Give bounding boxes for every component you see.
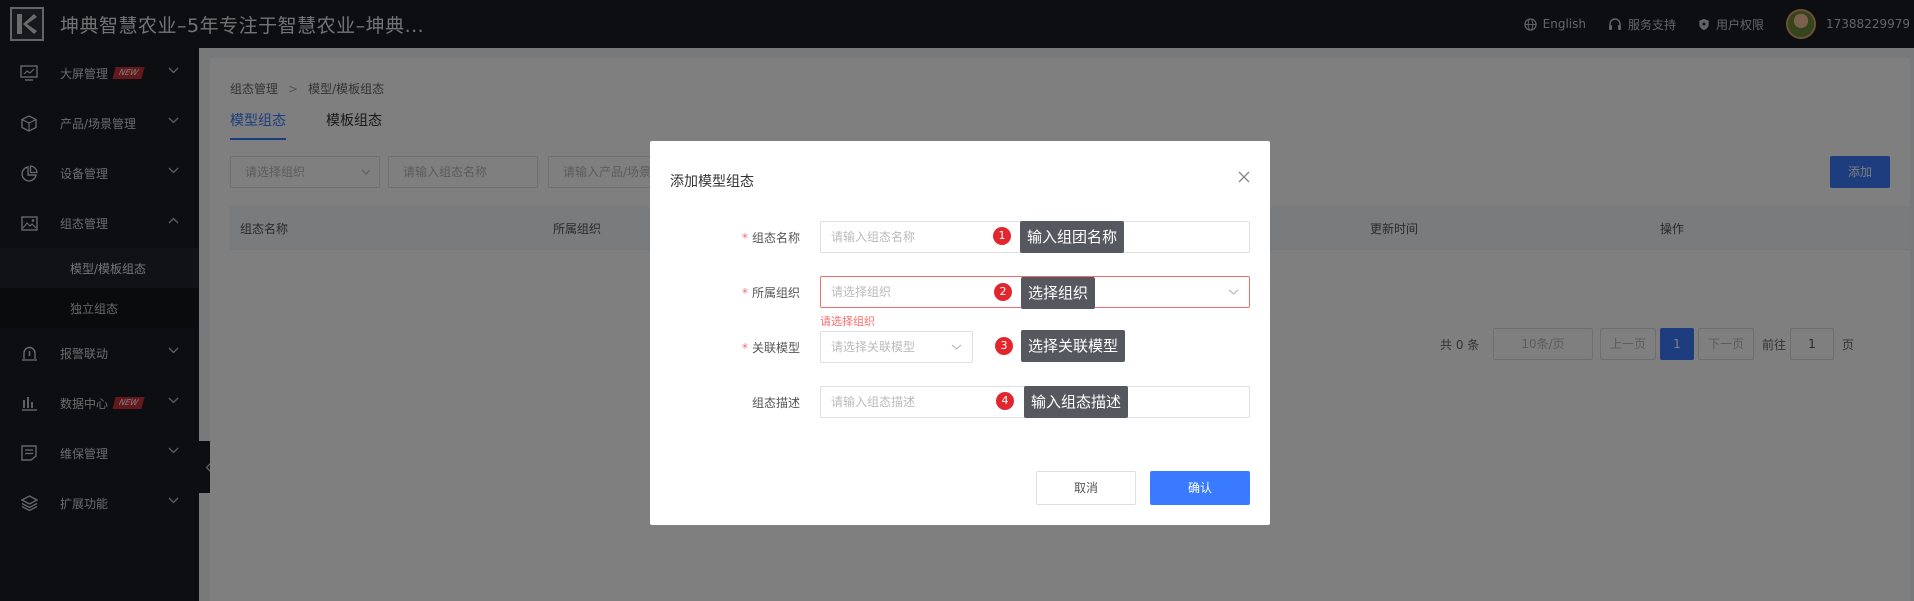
label-text: 关联模型	[751, 341, 800, 355]
linked-model-placeholder: 请选择关联模型	[831, 340, 916, 354]
dialog-title: 添加模型组态	[670, 174, 754, 190]
field-label-description: 组态描述	[650, 394, 800, 411]
field-label-linked-model: * 关联模型	[650, 339, 800, 356]
annotation-marker: 1	[993, 227, 1011, 245]
add-model-config-dialog: 添加模型组态 * 组态名称 请输入组态名称 * 所属组织 请选择组织 请选择组织 *…	[650, 141, 1270, 525]
organization-placeholder: 请选择组织	[831, 285, 892, 299]
annotation-callout: 选择关联模型	[1021, 330, 1126, 362]
annotation-marker: 3	[995, 337, 1013, 355]
chevron-down-icon	[1228, 289, 1239, 295]
label-text: 组态名称	[751, 231, 800, 245]
field-label-organization: * 所属组织	[650, 284, 800, 301]
annotation-callout: 选择组织	[1021, 277, 1096, 309]
organization-error-message: 请选择组织	[820, 315, 875, 328]
required-asterisk: *	[741, 231, 748, 245]
label-text: 所属组织	[751, 286, 800, 300]
annotation-marker: 2	[994, 283, 1012, 301]
linked-model-select[interactable]: 请选择关联模型	[820, 331, 973, 363]
close-icon[interactable]	[1236, 169, 1252, 185]
chevron-down-icon	[951, 344, 962, 350]
confirm-button[interactable]: 确认	[1150, 471, 1250, 505]
required-asterisk: *	[741, 341, 748, 355]
annotation-callout: 输入组团名称	[1020, 221, 1125, 253]
annotation-marker: 4	[996, 392, 1014, 410]
field-label-config-name: * 组态名称	[650, 229, 800, 246]
required-asterisk: *	[741, 286, 748, 300]
annotation-callout: 输入组态描述	[1024, 386, 1129, 418]
label-text: 组态描述	[751, 396, 800, 410]
cancel-button[interactable]: 取消	[1036, 471, 1136, 505]
